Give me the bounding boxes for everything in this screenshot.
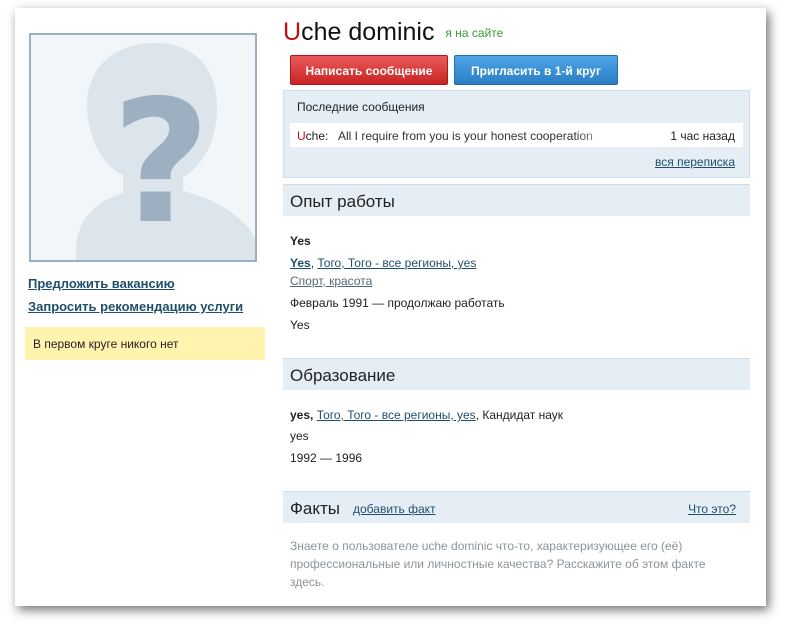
experience-sphere-link[interactable]: Спорт, красота — [290, 274, 372, 288]
all-messages-link[interactable]: вся переписка — [655, 155, 735, 169]
education-header: Образование — [283, 358, 750, 390]
experience-header: Опыт работы — [283, 184, 750, 216]
circle-note: В первом круге никого нет — [25, 327, 265, 360]
question-mark-silhouette-icon: ? — [31, 35, 255, 262]
experience-title: Опыт работы — [290, 192, 395, 211]
message-sender: Uche: — [297, 129, 329, 143]
invite-circle-button[interactable]: Пригласить в 1-й круг — [454, 55, 618, 85]
request-recommendation-link[interactable]: Запросить рекомендацию услуги — [28, 299, 243, 314]
page-title: Uche dominic я на сайте — [283, 18, 503, 47]
education-location-link[interactable]: Того, Того - все регионы, yes — [317, 408, 476, 422]
name-first-letter: U — [283, 18, 302, 46]
add-fact-link[interactable]: добавить факт — [353, 502, 436, 516]
what-is-this-link[interactable]: Что это? — [688, 502, 736, 516]
online-status: я на сайте — [445, 26, 504, 40]
education-institution: yes, — [290, 408, 314, 422]
name-rest: che dominic — [301, 18, 435, 46]
experience-position: Yes — [290, 234, 311, 248]
message-row[interactable]: Uche: All I require from you is your hon… — [290, 123, 743, 147]
experience-company-line: Yes, Того, Того - все регионы, yes — [290, 256, 477, 270]
education-period: 1992 — 1996 — [290, 451, 363, 465]
write-message-button[interactable]: Написать сообщение — [290, 55, 448, 85]
facts-title: Факты — [290, 499, 341, 518]
education-line: yes, Того, Того - все регионы, yes, Канд… — [290, 408, 563, 422]
suggest-vacancy-link[interactable]: Предложить вакансию — [28, 276, 175, 291]
facts-header: Факты добавить факт Что это? — [283, 491, 750, 523]
experience-location-link[interactable]: Того, Того - все регионы, yes — [317, 256, 476, 270]
education-title: Образование — [290, 366, 396, 385]
message-text: All I require from you is your honest co… — [338, 129, 593, 143]
experience-company-link[interactable]: Yes — [290, 256, 311, 270]
recent-messages: Последние сообщения Uche: All I require … — [283, 90, 750, 178]
experience-description: Yes — [290, 318, 310, 332]
profile-window: ? Предложить вакансию Запросить рекоменд… — [15, 8, 766, 606]
avatar[interactable]: ? — [29, 33, 257, 262]
education-degree: , Кандидат наук — [475, 408, 564, 422]
experience-period: Февраль 1991 — продолжаю работать — [290, 296, 505, 310]
svg-text:?: ? — [112, 64, 211, 262]
facts-hint: Знаете о пользователе uche dominic что-т… — [290, 539, 706, 589]
experience-sphere: Спорт, красота — [290, 274, 372, 288]
education-specialty: yes — [290, 429, 309, 443]
message-time: 1 час назад — [670, 129, 735, 143]
recent-messages-title: Последние сообщения — [297, 100, 425, 114]
